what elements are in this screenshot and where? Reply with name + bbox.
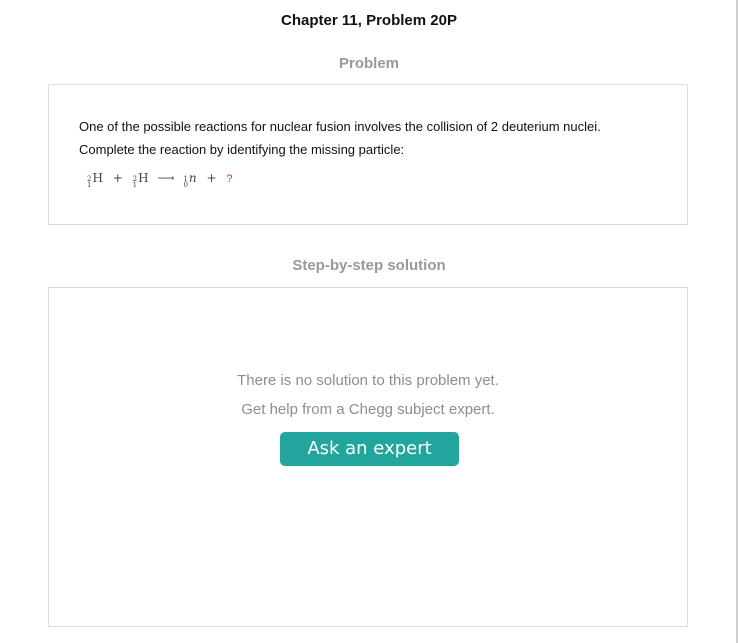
ask-an-expert-button[interactable]: Ask an expert — [280, 432, 459, 466]
reaction-arrow: ⟶ — [157, 171, 175, 185]
plus-sign-2: + — [206, 171, 217, 185]
reaction-equation: 21H + 21H ⟶ 10n + ? — [87, 171, 233, 189]
product-neutron: 10n — [183, 171, 197, 189]
problem-line-1: One of the possible reactions for nuclea… — [79, 119, 601, 134]
solution-heading: Step-by-step solution — [292, 257, 446, 274]
missing-particle: ? — [226, 173, 233, 185]
solution-box: There is no solution to this problem yet… — [48, 287, 688, 627]
problem-line-2: Complete the reaction by identifying the… — [79, 142, 405, 157]
chapter-title: Chapter 11, Problem 20P — [281, 12, 457, 29]
reactant1-atomic: 1 — [87, 181, 92, 189]
product1-atomic: 0 — [183, 181, 188, 189]
problem-text: One of the possible reactions for nuclea… — [79, 115, 669, 161]
product1-symbol: n — [188, 171, 197, 185]
reactant1-symbol: H — [92, 171, 103, 185]
reactant-deuterium-1: 21H — [87, 171, 103, 189]
no-solution-line-1: There is no solution to this problem yet… — [237, 372, 499, 389]
reactant2-symbol: H — [138, 171, 149, 185]
problem-heading: Problem — [338, 55, 399, 72]
no-solution-line-2: Get help from a Chegg subject expert. — [241, 401, 495, 418]
no-solution-message: There is no solution to this problem yet… — [49, 366, 687, 424]
plus-sign: + — [112, 171, 123, 185]
reactant-deuterium-2: 21H — [132, 171, 149, 189]
reactant2-atomic: 1 — [132, 181, 138, 189]
problem-box: One of the possible reactions for nuclea… — [48, 84, 688, 225]
